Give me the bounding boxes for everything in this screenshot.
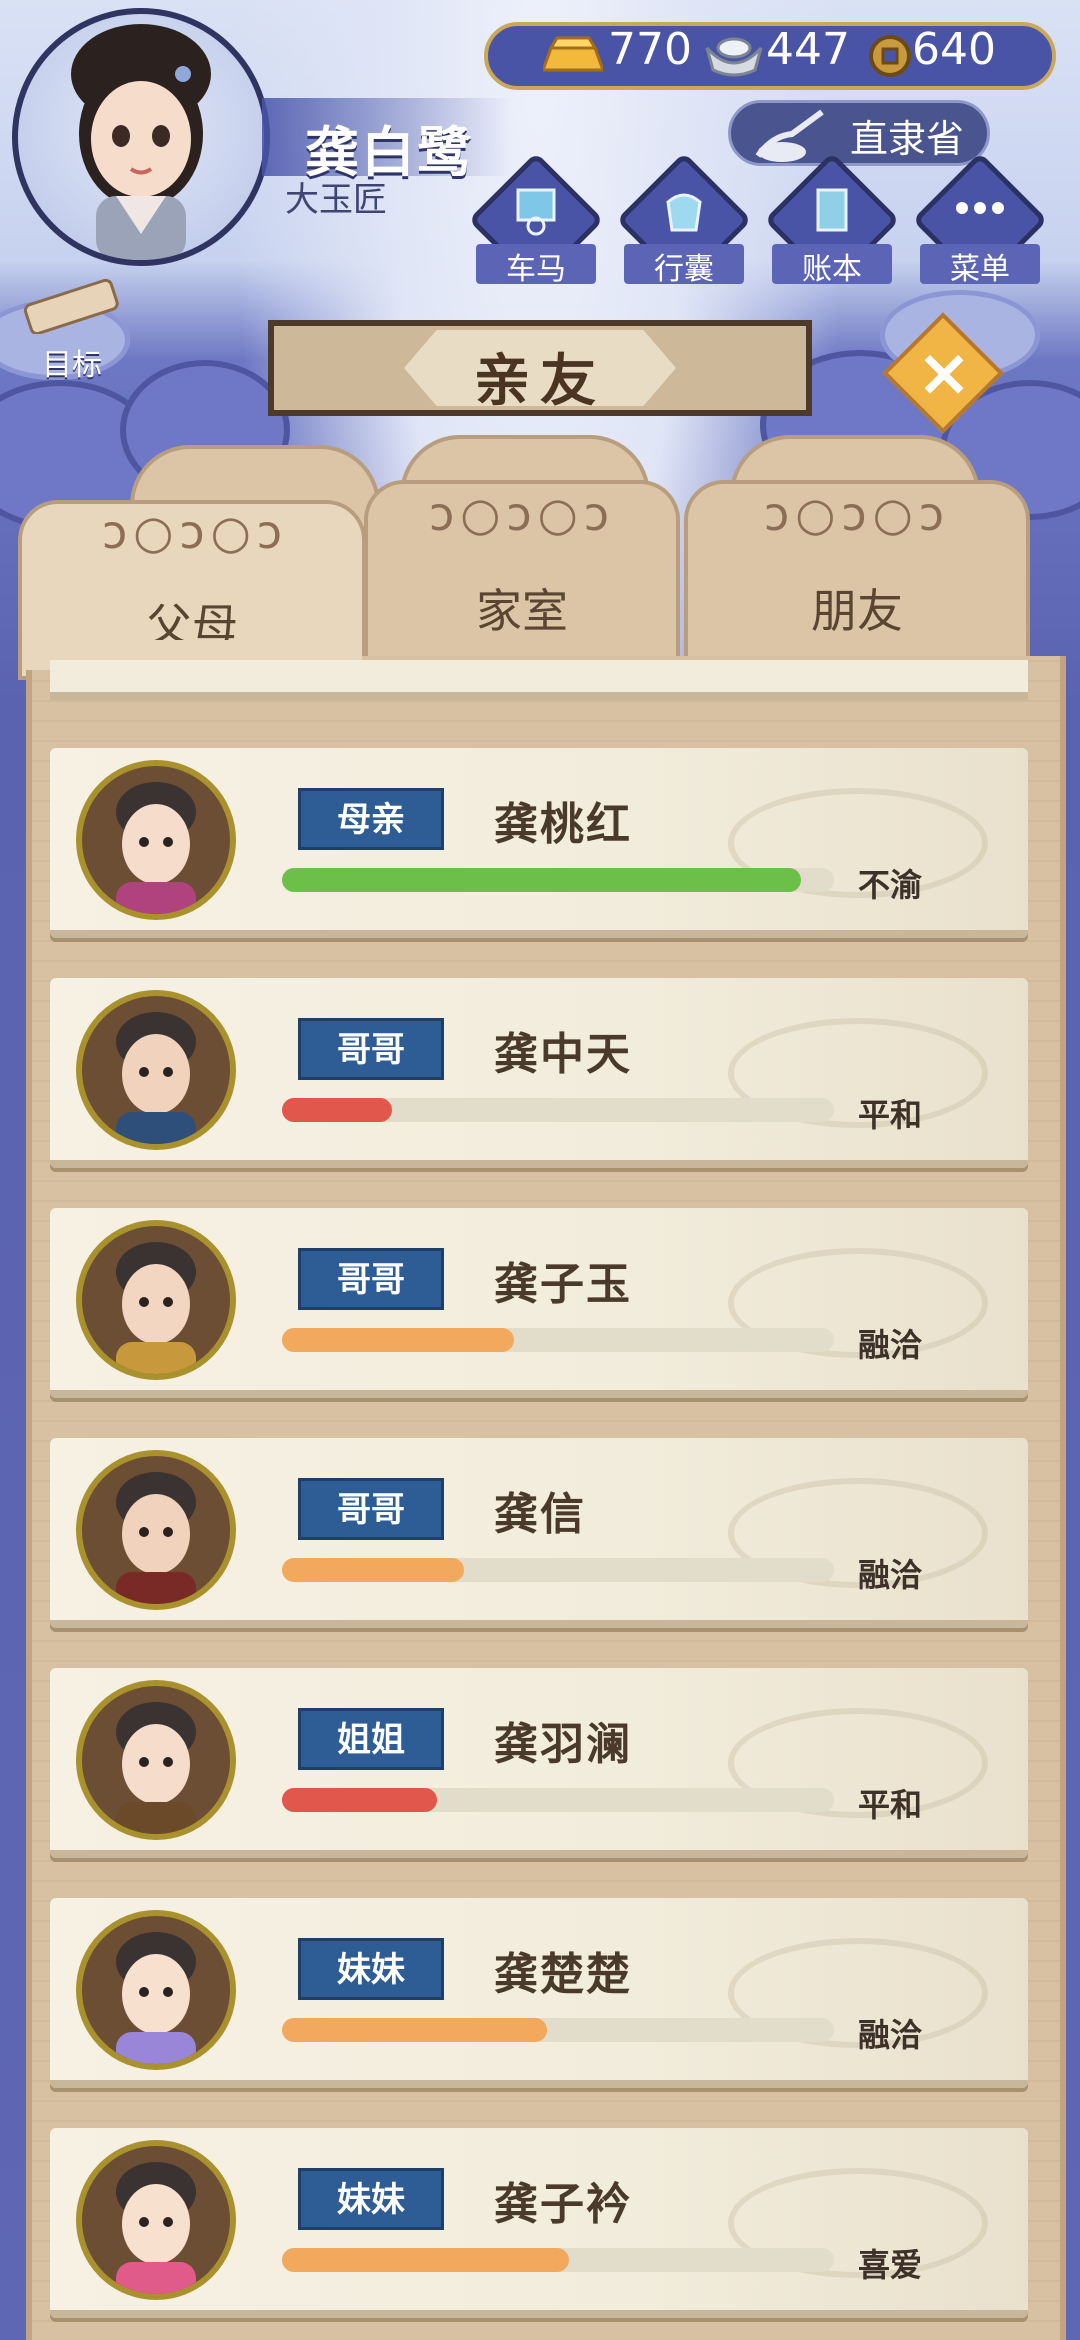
relation-bar <box>282 1098 834 1122</box>
tab-label: 家室 <box>476 584 568 638</box>
relative-card[interactable]: 哥哥 龚子玉融洽 <box>50 1208 1028 1398</box>
player-title: 大玉匠 <box>285 180 387 220</box>
swirl-ornament-icon: ↄ○ↄ○ↄ <box>428 487 616 541</box>
close-icon: × <box>916 334 972 411</box>
tab-label: 朋友 <box>811 584 903 638</box>
gold-ingot-icon <box>543 36 603 72</box>
silver-amount: 447 <box>766 24 850 75</box>
relation-bar-fill <box>282 1558 465 1582</box>
role-label: 妹妹 <box>337 2180 405 2220</box>
relation-bar <box>282 1558 834 1582</box>
gold-amount: 770 <box>608 24 692 75</box>
page-title: 亲友 <box>474 349 606 414</box>
relation-bar <box>282 2018 834 2042</box>
copper-coin-icon <box>869 35 911 77</box>
silver-ingot-icon <box>705 37 763 77</box>
relative-card[interactable]: 妹妹 龚子衿喜爱 <box>50 2128 1028 2318</box>
goal-label: 目标 <box>42 348 102 383</box>
relative-portrait-icon[interactable] <box>76 1220 236 1380</box>
role-label: 哥哥 <box>337 1030 405 1070</box>
list-item <box>50 660 1028 700</box>
relative-name: 龚子玉 <box>494 1259 632 1310</box>
relative-card[interactable]: 哥哥 龚信融洽 <box>50 1438 1028 1628</box>
player-avatar[interactable] <box>12 8 270 266</box>
relation-mood: 喜爱 <box>858 2246 923 2284</box>
relative-portrait-icon[interactable] <box>76 760 236 920</box>
relative-portrait-icon[interactable] <box>76 1910 236 2070</box>
role-label: 哥哥 <box>337 1260 405 1300</box>
swirl-ornament-icon: ↄ○ↄ○ↄ <box>763 487 951 541</box>
relative-name: 龚桃红 <box>494 799 632 850</box>
role-label: 妹妹 <box>337 1950 405 1990</box>
relative-card[interactable]: 哥哥 龚中天平和 <box>50 978 1028 1168</box>
relation-bar-fill <box>282 1788 437 1812</box>
relative-name: 龚子衿 <box>494 2179 632 2230</box>
relative-portrait-icon[interactable] <box>76 2140 236 2300</box>
relative-portrait-icon[interactable] <box>76 1450 236 1610</box>
relative-name: 龚楚楚 <box>494 1949 632 2000</box>
relation-mood: 平和 <box>858 1786 923 1824</box>
nav-label: 车马 <box>506 252 566 287</box>
relation-mood: 融洽 <box>858 1556 923 1594</box>
relation-bar <box>282 2248 834 2272</box>
relative-card[interactable]: 姐姐 龚羽澜平和 <box>50 1668 1028 1858</box>
nav-label: 菜单 <box>950 252 1010 287</box>
swirl-ornament-icon: ↄ○ↄ○ↄ <box>101 505 289 559</box>
relative-portrait-icon[interactable] <box>76 1680 236 1840</box>
bag-glyph-icon <box>666 193 702 232</box>
role-label: 母亲 <box>337 800 405 840</box>
relation-bar <box>282 1788 834 1812</box>
relative-portrait-icon[interactable] <box>76 990 236 1150</box>
relative-card[interactable]: 妹妹 龚楚楚融洽 <box>50 1898 1028 2088</box>
relation-mood: 融洽 <box>858 1326 923 1364</box>
relation-bar-fill <box>282 1098 393 1122</box>
nav-label: 行囊 <box>654 252 714 287</box>
goal-scroll-icon[interactable] <box>18 278 124 334</box>
player-portrait-icon <box>71 24 211 260</box>
role-label: 姐姐 <box>337 1720 405 1760</box>
dots-glyph-icon <box>956 202 1004 214</box>
relation-bar-fill <box>282 2248 570 2272</box>
nav-label: 账本 <box>802 252 862 287</box>
relation-mood: 不渝 <box>858 866 923 904</box>
relation-bar-fill <box>282 1328 514 1352</box>
carriage-glyph-icon <box>516 188 556 236</box>
relative-card[interactable]: 母亲 龚桃红不渝 <box>50 748 1028 938</box>
relation-mood: 平和 <box>858 1096 923 1134</box>
role-label: 哥哥 <box>337 1490 405 1530</box>
relation-bar <box>282 1328 834 1352</box>
relation-bar-fill <box>282 868 801 892</box>
relative-name: 龚中天 <box>494 1029 632 1080</box>
ledger-glyph-icon <box>816 188 848 232</box>
relation-mood: 融洽 <box>858 2016 923 2054</box>
relative-name: 龚信 <box>494 1489 586 1540</box>
relative-name: 龚羽澜 <box>494 1719 632 1770</box>
relation-bar-fill <box>282 2018 547 2042</box>
abacus-icon <box>755 109 824 162</box>
coin-amount: 640 <box>912 24 996 75</box>
nav-menu-button[interactable]: 菜单 <box>912 152 1048 288</box>
relation-bar <box>282 868 834 892</box>
location-label: 直隶省 <box>850 117 965 161</box>
